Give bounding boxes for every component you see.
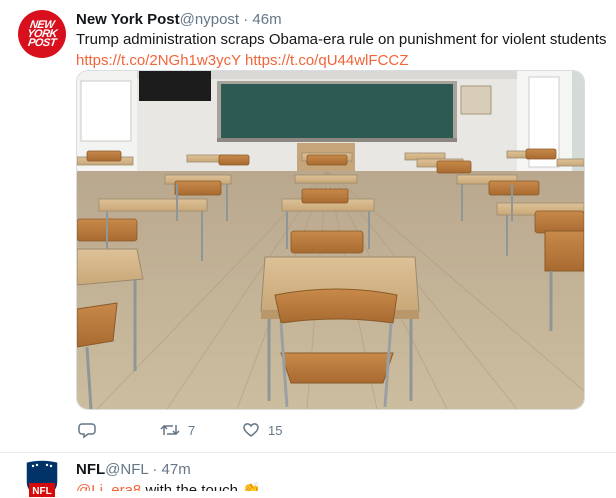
- retweet-icon: [160, 424, 180, 436]
- mention-link[interactable]: @Li_era8: [76, 482, 141, 491]
- tweet-media-image[interactable]: [76, 70, 585, 410]
- tweet-text: Trump administration scraps Obama-era ru…: [76, 31, 607, 48]
- heart-icon: [243, 423, 259, 437]
- reply-icon: [78, 423, 96, 439]
- tweet-header: New York Post@nypost · 46m: [76, 11, 282, 28]
- tweet-timestamp[interactable]: 46m: [252, 11, 281, 28]
- separator-dot: ·: [152, 461, 158, 478]
- tweet-timestamp[interactable]: 47m: [162, 461, 191, 478]
- tweet-text-body: with the touch: [141, 482, 243, 491]
- nfl-shield-icon: NFL: [25, 459, 59, 498]
- tweet-header: NFL@NFL · 47m: [76, 461, 191, 478]
- author-handle[interactable]: @NFL: [105, 461, 148, 478]
- tweet-links: https://t.co/2NGh1w3ycY https://t.co/qU4…: [76, 52, 408, 69]
- nfl-logo-text: NFL: [32, 486, 51, 497]
- author-name[interactable]: New York Post: [76, 11, 180, 28]
- author-name[interactable]: NFL: [76, 461, 105, 478]
- avatar-logo-line: POST: [27, 37, 57, 49]
- nfl-avatar[interactable]: NFL: [22, 458, 62, 498]
- reply-button[interactable]: [78, 421, 104, 439]
- tweet-nfl[interactable]: NFL@NFL · 47m @Li_era8 with the touch 👏: [0, 453, 616, 491]
- tweet-text: @Li_era8 with the touch 👏: [76, 481, 261, 491]
- tweet-link[interactable]: https://t.co/2NGh1w3ycY: [76, 52, 241, 69]
- clapping-emoji-icon: 👏: [242, 482, 261, 491]
- like-count: 15: [268, 422, 283, 438]
- nypost-avatar[interactable]: NEW YORK POST: [18, 10, 66, 58]
- tweet-nypost[interactable]: NEW YORK POST New York Post@nypost · 46m…: [0, 0, 616, 453]
- separator-dot: ·: [243, 11, 249, 28]
- classroom-photo: [77, 71, 584, 409]
- author-handle[interactable]: @nypost: [180, 11, 239, 28]
- retweet-button[interactable]: 7: [160, 421, 195, 439]
- retweet-count: 7: [188, 422, 196, 438]
- like-button[interactable]: 15: [242, 421, 282, 439]
- tweet-link[interactable]: https://t.co/qU44wlFCCZ: [245, 52, 408, 69]
